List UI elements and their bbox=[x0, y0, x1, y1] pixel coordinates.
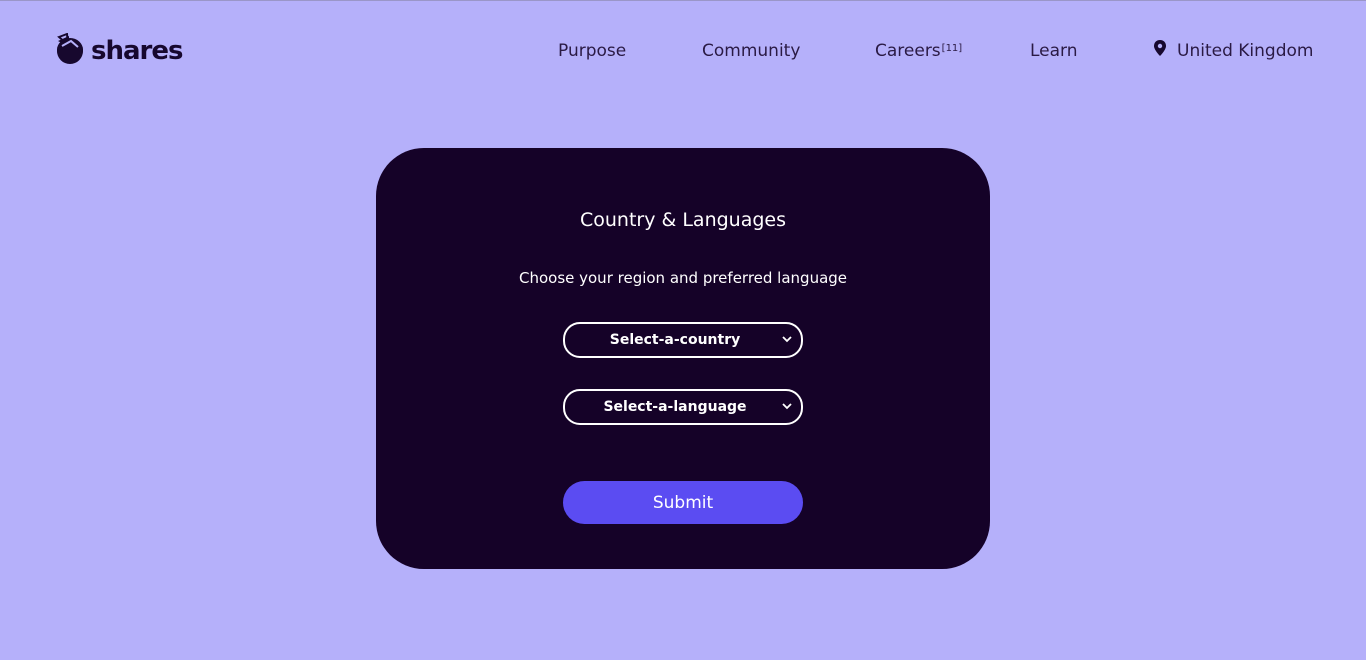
card-title: Country & Languages bbox=[579, 209, 787, 231]
country-select-value: Select-a-country bbox=[609, 332, 741, 348]
site-header: shares Purpose Community Careers[11] Lea… bbox=[0, 0, 1366, 100]
nav-purpose[interactable]: Purpose bbox=[558, 40, 626, 62]
submit-button[interactable]: Submit bbox=[563, 481, 803, 524]
language-select-value: Select-a-language bbox=[603, 399, 747, 415]
nav-learn[interactable]: Learn bbox=[1030, 40, 1078, 62]
language-select[interactable]: Select-a-language bbox=[563, 389, 803, 425]
card-subtitle: Choose your region and preferred languag… bbox=[518, 269, 848, 287]
nav-careers[interactable]: Careers[11] bbox=[875, 40, 962, 62]
country-language-card: Country & Languages Choose your region a… bbox=[376, 148, 990, 569]
country-label: United Kingdom bbox=[1177, 41, 1314, 61]
chevron-down-icon bbox=[781, 400, 793, 412]
careers-count-badge: [11] bbox=[941, 43, 963, 54]
nav-careers-label: Careers bbox=[875, 41, 941, 61]
country-select[interactable]: Select-a-country bbox=[563, 322, 803, 358]
nav-community[interactable]: Community bbox=[702, 40, 800, 62]
chevron-down-icon bbox=[781, 333, 793, 345]
location-pin-icon bbox=[1153, 40, 1167, 62]
main-nav: Purpose Community Careers[11] Learn Unit… bbox=[0, 40, 1366, 64]
country-selector-link[interactable]: United Kingdom bbox=[1153, 40, 1313, 62]
